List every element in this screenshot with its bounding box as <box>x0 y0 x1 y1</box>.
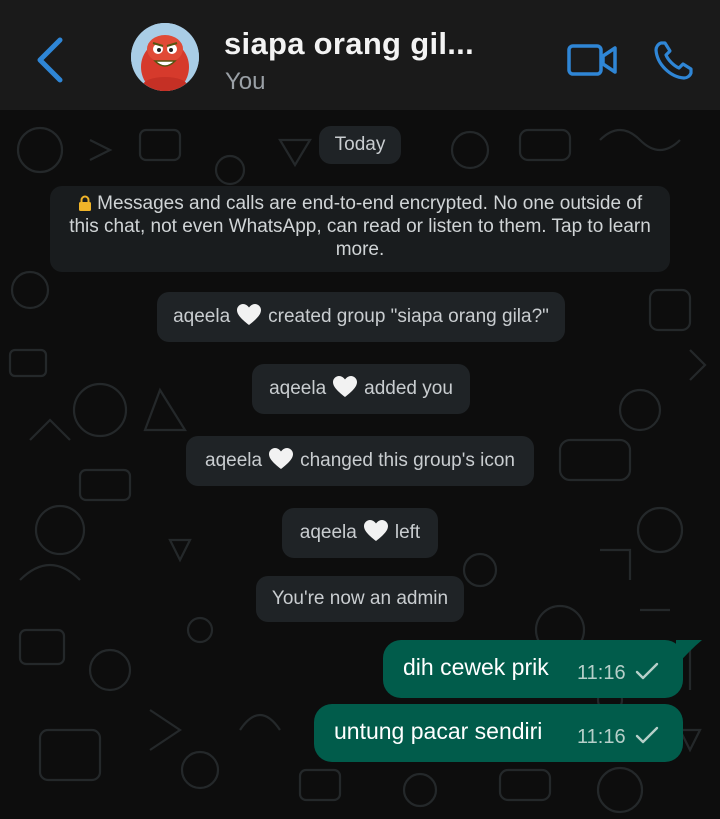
system-user: aqeela <box>205 450 263 471</box>
system-action: added you <box>364 378 453 399</box>
system-action: left <box>394 522 421 543</box>
system-user: aqeela <box>299 522 357 543</box>
sent-tick-icon <box>635 726 659 744</box>
back-arrow-icon[interactable] <box>30 36 74 84</box>
message-time: 11:16 <box>577 662 626 684</box>
admin-notice: You're now an admin <box>256 576 464 622</box>
encryption-text-line1: Messages and calls are end-to-end encryp… <box>97 193 643 214</box>
system-user: aqeela <box>173 306 231 327</box>
white-heart-icon <box>237 303 262 325</box>
system-action: created group "siapa orang gila?" <box>268 306 549 327</box>
encryption-text-line2: this chat, not even WhatsApp, can read o… <box>69 216 651 237</box>
chat-header: siapa orang gil... You <box>0 0 720 110</box>
group-avatar[interactable] <box>131 23 199 91</box>
lock-icon <box>78 194 92 211</box>
outgoing-message[interactable]: untung pacar sendiri 11:16 <box>314 704 683 762</box>
day-separator: Today <box>319 126 401 164</box>
chat-area: Today Messages and calls are end-to-end … <box>0 110 720 819</box>
message-text: dih cewek prik <box>403 654 549 680</box>
chat-subtitle[interactable]: You <box>225 68 266 96</box>
chat-title[interactable]: siapa orang gil... <box>224 26 474 62</box>
video-call-icon[interactable] <box>566 42 618 78</box>
system-message: aqeela left <box>282 508 438 558</box>
outgoing-message[interactable]: dih cewek prik 11:16 <box>383 640 683 698</box>
system-message: aqeela created group "siapa orang gila?" <box>157 292 565 342</box>
system-action: changed this group's icon <box>300 450 515 471</box>
sent-tick-icon <box>635 662 659 680</box>
encryption-notice[interactable]: Messages and calls are end-to-end encryp… <box>50 186 670 272</box>
white-heart-icon <box>269 447 294 469</box>
system-message: aqeela changed this group's icon <box>186 436 534 486</box>
system-user: aqeela <box>269 378 327 399</box>
bubble-tail <box>676 640 702 666</box>
message-time: 11:16 <box>577 726 626 748</box>
voice-call-icon[interactable] <box>652 38 696 82</box>
system-message: aqeela added you <box>252 364 470 414</box>
message-text: untung pacar sendiri <box>334 718 543 744</box>
white-heart-icon <box>333 375 358 397</box>
white-heart-icon <box>363 519 388 541</box>
encryption-text-line3: more. <box>335 239 385 260</box>
